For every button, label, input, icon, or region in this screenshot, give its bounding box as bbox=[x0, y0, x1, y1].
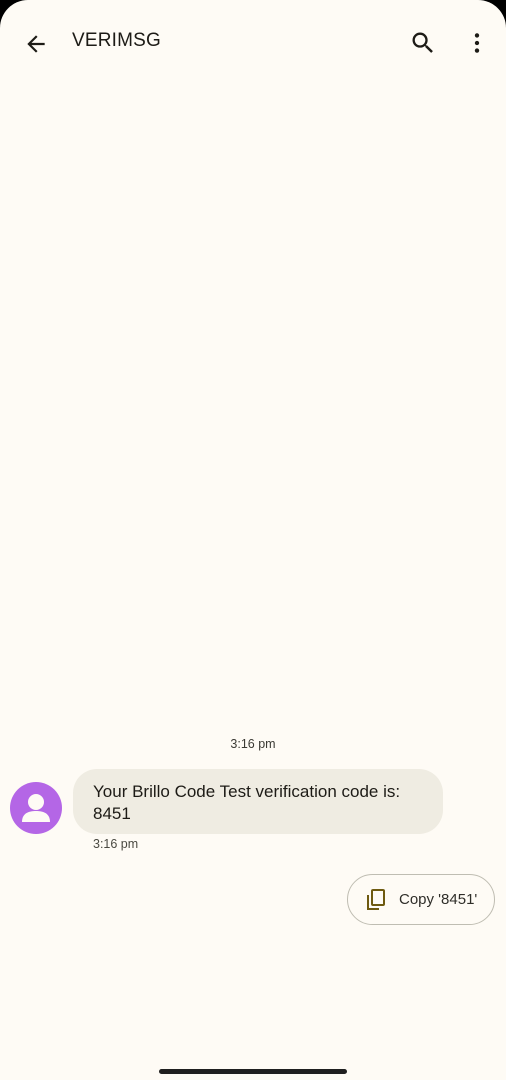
gesture-navigation-bar[interactable] bbox=[159, 1069, 347, 1074]
date-separator: 3:16 pm bbox=[230, 737, 276, 751]
copy-icon bbox=[365, 888, 387, 912]
search-icon bbox=[412, 32, 433, 53]
avatar[interactable] bbox=[10, 782, 62, 834]
more-options-button[interactable] bbox=[455, 20, 499, 66]
top-app-bar: VERIMSG bbox=[0, 0, 506, 86]
copy-code-chip[interactable]: Copy '8451' bbox=[347, 874, 495, 925]
back-button[interactable] bbox=[14, 22, 58, 66]
message-text: Your Brillo Code Test verification code … bbox=[93, 782, 401, 823]
message-bubble[interactable]: Your Brillo Code Test verification code … bbox=[73, 769, 443, 834]
more-vert-icon bbox=[474, 33, 480, 53]
message-timestamp: 3:16 pm bbox=[93, 837, 139, 851]
conversation-screen: VERIMSG 3:16 pm Your Brillo Code Test ve… bbox=[0, 0, 506, 1080]
person-icon bbox=[22, 794, 50, 822]
copy-chip-label: Copy '8451' bbox=[399, 891, 478, 908]
arrow-back-icon bbox=[27, 35, 45, 53]
search-button[interactable] bbox=[400, 20, 446, 66]
conversation-title: VERIMSG bbox=[72, 30, 162, 51]
